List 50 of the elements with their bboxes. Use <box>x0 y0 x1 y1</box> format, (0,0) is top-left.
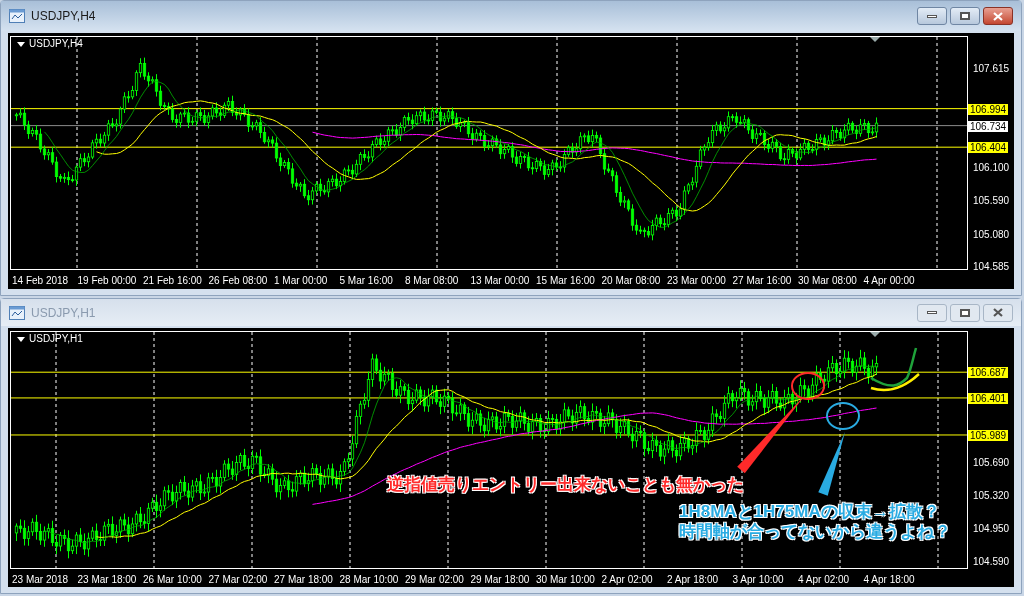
price-tag: 105.989 <box>968 429 1008 441</box>
time-axis-label: 13 Mar 00:00 <box>470 274 531 288</box>
annotation-text: 逆指値売りエントリー出来ないことも無かった <box>387 475 744 495</box>
chart-label: USDJPY,H4 <box>29 39 83 49</box>
window-title: USDJPY,H4 <box>31 8 96 25</box>
time-axis-label: 23 Mar 2018 <box>12 573 70 587</box>
time-axis-label: 1 Mar 00:00 <box>274 274 329 288</box>
price-axis-label: 105.320 <box>973 490 1010 502</box>
time-axis-label: 15 Mar 16:00 <box>536 274 596 288</box>
annotation-text: 1H8MAと1H75MAの収束→拡散？ <box>679 502 941 522</box>
annotation-text: 時間軸が合ってないから違うよね？ <box>679 522 951 542</box>
time-axis-label: 4 Apr 00:00 <box>863 274 916 288</box>
time-axis-label: 2 Apr 18:00 <box>667 573 720 587</box>
price-axis-label: 106.100 <box>973 162 1010 174</box>
time-axis-label: 21 Feb 16:00 <box>143 274 203 288</box>
chart-label: USDJPY,H1 <box>29 334 83 344</box>
price-tag: 106.994 <box>968 103 1008 115</box>
time-axis-label: 23 Mar 00:00 <box>667 274 727 288</box>
time-axis-label: 8 Mar 08:00 <box>405 274 460 288</box>
time-axis-label: 4 Apr 02:00 <box>798 573 851 587</box>
price-axis-label: 107.615 <box>973 63 1010 75</box>
time-axis-label: 29 Mar 02:00 <box>405 573 465 587</box>
time-axis-label: 14 Feb 2018 <box>12 274 70 288</box>
price-tag: 106.401 <box>968 392 1008 404</box>
time-axis-label: 20 Mar 08:00 <box>601 274 662 288</box>
time-axis-label: 23 Mar 18:00 <box>77 573 138 587</box>
price-axis-label: 104.590 <box>973 555 1010 567</box>
price-tag: 106.404 <box>968 142 1008 154</box>
time-axis-label: 26 Feb 08:00 <box>208 274 269 288</box>
time-axis-label: 30 Mar 08:00 <box>798 274 858 288</box>
price-tag: 106.734 <box>968 120 1008 132</box>
time-axis-label: 27 Mar 18:00 <box>274 573 334 587</box>
time-axis-label: 5 Mar 16:00 <box>339 274 394 288</box>
time-axis-label: 4 Apr 18:00 <box>863 573 916 587</box>
time-axis-label: 30 Mar 10:00 <box>536 573 596 587</box>
time-axis-label: 28 Mar 10:00 <box>339 573 400 587</box>
time-axis-label: 2 Apr 02:00 <box>601 573 654 587</box>
price-axis-label: 105.690 <box>973 456 1010 468</box>
price-tag: 106.687 <box>968 367 1008 379</box>
time-axis-label: 27 Mar 02:00 <box>208 573 269 587</box>
time-axis-label: 26 Mar 10:00 <box>143 573 203 587</box>
price-axis-label: 104.585 <box>973 261 1010 273</box>
time-axis-label: 3 Apr 10:00 <box>732 573 785 587</box>
time-axis-label: 19 Feb 00:00 <box>77 274 138 288</box>
price-axis-label: 104.950 <box>973 523 1010 535</box>
time-axis-label: 29 Mar 18:00 <box>470 573 531 587</box>
window-title: USDJPY,H1 <box>31 304 96 322</box>
price-axis-label: 105.590 <box>973 195 1010 207</box>
time-axis-label: 27 Mar 16:00 <box>732 274 793 288</box>
price-axis-label: 105.080 <box>973 228 1010 240</box>
